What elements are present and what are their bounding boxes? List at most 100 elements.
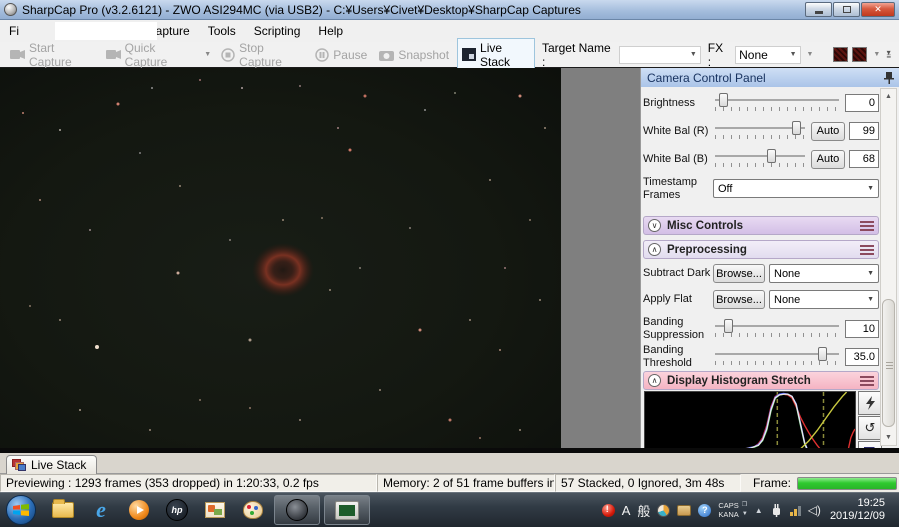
minimize-button[interactable] [805,2,832,17]
taskbar-clock[interactable]: 19:25 2019/12/09 [828,497,891,523]
star [95,345,99,349]
video-camera-icon [105,50,121,59]
slider-thumb[interactable] [719,93,729,107]
menu-icon[interactable] [860,243,874,257]
white-bal-r-value[interactable]: 99 [849,122,879,140]
apply-flat-select[interactable]: None ▼ [769,290,879,309]
live-stack-button[interactable]: Live Stack [457,37,535,72]
power-plug-icon[interactable] [770,503,783,517]
network-signal-icon[interactable] [789,504,801,516]
brightness-value[interactable]: 0 [845,94,879,112]
notification-icon[interactable] [601,503,615,517]
banding-suppression-slider[interactable] [713,318,841,340]
star [359,267,361,269]
ime-caps-kana-indicator[interactable]: CAPS ❐ KANA ▼ [718,501,747,519]
star [59,319,61,321]
maximize-button[interactable] [833,2,860,17]
star [519,429,521,431]
close-button[interactable]: ✕ [861,2,895,17]
scrollbar-thumb[interactable] [882,299,895,427]
banding-suppression-value[interactable]: 10 [845,319,879,338]
white-bal-r-slider[interactable] [713,120,807,142]
collapse-icon[interactable]: ∧ [648,374,661,387]
preprocessing-header[interactable]: ∧ Preprocessing [643,240,879,259]
histogram-buttons-dropdown[interactable]: ▼ [871,51,882,58]
tray-app-icon[interactable] [677,504,692,516]
start-button[interactable] [6,495,36,525]
star [409,227,411,229]
taskbar-explorer-icon[interactable] [44,495,82,525]
histogram-display-button[interactable] [833,47,849,62]
collapse-icon[interactable]: ∧ [648,243,661,256]
toolbar-overflow-button[interactable]: ▾ ≡ [886,48,893,60]
taskbar-ie-icon[interactable]: e [82,495,120,525]
star [199,399,201,401]
histogram-log-button[interactable] [852,47,868,62]
slider-thumb[interactable] [724,318,734,333]
taskbar-media-player-icon[interactable] [120,495,158,525]
scroll-down-arrow[interactable]: ▼ [881,430,896,445]
panel-scrollbar[interactable]: ▲ ▼ [880,88,897,446]
video-camera-icon [10,50,25,59]
paint-icon [243,501,263,519]
toolbar: Start Capture Quick Capture ▼ Stop Captu… [0,37,899,72]
apply-flat-browse-button[interactable]: Browse... [713,290,765,309]
quick-capture-dropdown[interactable]: ▼ [202,51,213,58]
taskbar-hp-icon[interactable]: hp [158,495,196,525]
target-name-combo[interactable]: ▼ [618,45,701,64]
snapshot-button[interactable]: Snapshot [375,46,453,64]
chevron-down-icon: ▼ [789,51,797,58]
expand-icon[interactable]: ∨ [648,219,661,232]
taskbar-running-app-button[interactable] [274,495,320,525]
brightness-slider[interactable] [713,92,841,114]
slider-thumb[interactable] [791,121,801,135]
timestamp-frames-label: Timestamp Frames [643,176,697,201]
timestamp-frames-select[interactable]: Off ▼ [713,179,879,199]
banding-threshold-slider[interactable] [713,346,841,368]
volume-icon[interactable]: ◁) [808,503,821,517]
window-mini-icon: ❐ [741,502,748,508]
white-bal-b-slider[interactable] [713,148,807,170]
start-capture-button[interactable]: Start Capture [6,39,98,71]
scroll-up-arrow[interactable]: ▲ [881,89,896,104]
taskbar-sharpcap-button[interactable] [324,495,370,525]
title-bar: SharpCap Pro (v3.2.6121) - ZWO ASI294MC … [0,0,899,20]
reset-stretch-button[interactable]: ↺ [858,416,882,440]
tab-live-stack[interactable]: Live Stack [6,455,98,474]
ime-kanji-indicator[interactable]: 般 [637,501,650,520]
white-bal-r-auto-button[interactable]: Auto [811,121,845,141]
menu-overlay-box [55,22,157,40]
live-stack-icon [462,48,477,61]
menu-help[interactable]: Help [309,21,352,41]
show-hidden-icons-button[interactable]: ▲ [755,506,763,515]
taskbar-photos-icon[interactable] [196,495,234,525]
auto-stretch-button[interactable] [858,391,882,415]
white-bal-b-auto-button[interactable]: Auto [811,149,845,169]
subtract-dark-select[interactable]: None ▼ [769,264,879,283]
banding-threshold-label: Banding Threshold [643,344,692,369]
tray-app-icon[interactable] [657,503,671,517]
star [504,267,506,269]
ime-help-icon[interactable]: ? [698,503,712,517]
pause-button[interactable]: Pause [311,46,371,64]
misc-controls-header[interactable]: ∨ Misc Controls [643,216,879,235]
banding-threshold-value[interactable]: 35.0 [845,347,879,366]
stop-capture-button[interactable]: Stop Capture [217,39,307,71]
slider-thumb[interactable] [817,346,827,361]
taskbar-paint-icon[interactable] [234,495,272,525]
slider-thumb[interactable] [767,149,777,163]
fx-dropdown[interactable]: ▼ [805,51,816,58]
ime-mode-indicator[interactable]: A [622,503,631,518]
subtract-dark-browse-button[interactable]: Browse... [713,264,765,283]
subtract-dark-row: Subtract Dark Browse... None ▼ [643,264,879,283]
menu-icon[interactable] [860,219,874,233]
white-bal-b-value[interactable]: 68 [849,150,879,168]
menu-icon[interactable] [860,374,874,388]
sharpcap-app-icon [4,3,17,16]
star [379,389,381,391]
display-histogram-stretch-header[interactable]: ∧ Display Histogram Stretch [643,371,879,390]
quick-capture-button[interactable]: Quick Capture [102,39,199,71]
photos-icon [205,502,225,518]
fx-combo[interactable]: None ▼ [735,45,801,64]
pin-icon[interactable] [884,71,894,84]
